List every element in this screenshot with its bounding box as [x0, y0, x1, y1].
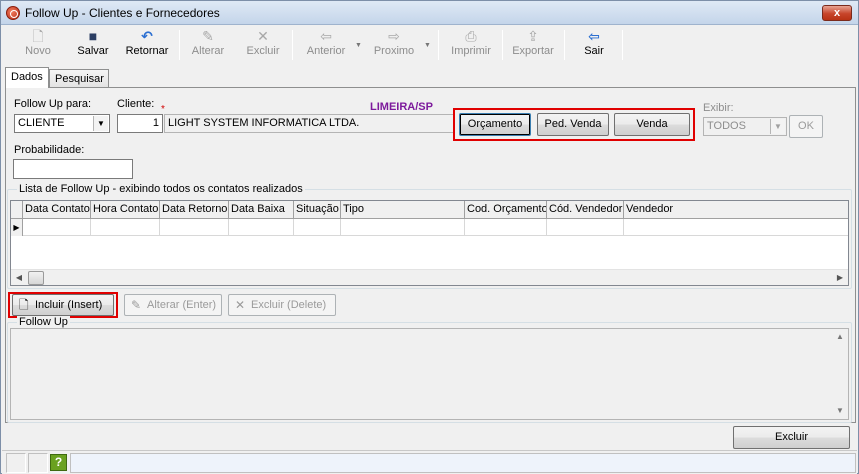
toolbar-separator [179, 30, 180, 60]
exibir-label: Exibir: [703, 102, 734, 114]
delete-x-icon: ✕ [235, 298, 246, 312]
anterior-button[interactable]: ⇦ Anterior [300, 28, 352, 62]
list-title: Lista de Follow Up - exibindo todos os c… [17, 183, 305, 195]
anterior-dropdown-icon[interactable]: ▼ [355, 42, 362, 49]
probabilidade-label: Probabilidade: [14, 144, 85, 156]
col-data-contato[interactable]: Data Contato [23, 201, 91, 218]
excluir-bottom-button[interactable]: Excluir [733, 426, 850, 449]
printer-icon: ⎙ [465, 28, 477, 44]
main-window: Follow Up - Clientes e Fornecedores x 🗋 … [0, 0, 859, 474]
novo-button[interactable]: 🗋 Novo [18, 28, 58, 62]
grid-horizontal-scrollbar[interactable]: ◀ ▶ [11, 269, 848, 285]
scroll-right-icon[interactable]: ▶ [832, 270, 848, 286]
tab-dados[interactable]: Dados [5, 67, 49, 88]
excluir-list-button[interactable]: ✕ Excluir (Delete) [228, 294, 336, 316]
retornar-button[interactable]: ↶ Retornar [121, 28, 173, 62]
tab-pesquisar[interactable]: Pesquisar [49, 69, 109, 87]
chevron-down-icon[interactable]: ▼ [770, 119, 785, 134]
memo-vertical-scrollbar[interactable]: ▲ ▼ [832, 329, 848, 419]
col-cod-orcamento[interactable]: Cod. Orçamento [465, 201, 547, 218]
probabilidade-input[interactable] [13, 159, 133, 179]
window-title: Follow Up - Clientes e Fornecedores [25, 6, 220, 20]
excluir-toolbar-button[interactable]: ✕ Excluir [240, 28, 286, 62]
status-bar: ? [2, 450, 857, 474]
col-data-baixa[interactable]: Data Baixa [229, 201, 294, 218]
salvar-button[interactable]: ■ Salvar [70, 28, 116, 62]
edit-icon: ✎ [202, 28, 214, 44]
export-icon: ⇪ [527, 28, 539, 44]
imprimir-button[interactable]: ⎙ Imprimir [448, 28, 494, 62]
chevron-down-icon[interactable]: ▼ [93, 116, 108, 131]
alterar-list-button[interactable]: ✎ Alterar (Enter) [124, 294, 222, 316]
grid-corner [11, 201, 23, 218]
row-indicator-icon: ▶ [11, 219, 23, 236]
followup-grid[interactable]: Data Contato Hora Contato Data Retorno D… [10, 200, 849, 286]
toolbar-separator [502, 30, 503, 60]
new-document-icon: 🗋 [32, 28, 44, 44]
cliente-name-field: LIGHT SYSTEM INFORMATICA LTDA. [164, 114, 454, 133]
toolbar-separator [564, 30, 565, 60]
scroll-up-icon[interactable]: ▲ [832, 329, 848, 345]
toolbar-separator [292, 30, 293, 60]
scroll-thumb[interactable] [28, 271, 44, 285]
col-tipo[interactable]: Tipo [341, 201, 465, 218]
arrow-right-icon: ⇨ [388, 28, 400, 44]
cliente-code-input[interactable]: 1 [117, 114, 163, 133]
col-cod-vendedor[interactable]: Cód. Vendedor [547, 201, 624, 218]
app-icon [6, 6, 20, 20]
alterar-button[interactable]: ✎ Alterar [185, 28, 231, 62]
ped-venda-button[interactable]: Ped. Venda [537, 113, 609, 136]
orcamento-button[interactable]: Orçamento [459, 113, 531, 136]
city-label: LIMEIRA/SP [370, 101, 433, 113]
undo-arrow-icon: ↶ [141, 28, 153, 44]
edit-icon: ✎ [131, 298, 142, 312]
followup-para-select[interactable]: CLIENTE ▼ [14, 114, 110, 133]
exit-arrow-icon: ⇦ [588, 28, 600, 44]
toolbar-separator [622, 30, 623, 60]
status-cell [6, 453, 26, 473]
incluir-button[interactable]: 🗋 Incluir (Insert) [12, 294, 114, 316]
close-button[interactable]: x [822, 5, 852, 21]
exibir-select[interactable]: TODOS ▼ [703, 117, 787, 136]
scroll-left-icon[interactable]: ◀ [11, 270, 27, 286]
delete-x-icon: ✕ [257, 28, 269, 44]
col-situacao[interactable]: Situação [294, 201, 341, 218]
status-cell [28, 453, 48, 473]
exibir-ok-button[interactable]: OK [789, 115, 823, 138]
scroll-down-icon[interactable]: ▼ [832, 403, 848, 419]
help-icon[interactable]: ? [50, 454, 67, 471]
venda-button[interactable]: Venda [614, 113, 690, 136]
followup-memo-field[interactable]: ▲ ▼ [10, 328, 849, 420]
col-vendedor[interactable]: Vendedor [624, 201, 848, 218]
proximo-button[interactable]: ⇨ Proximo [368, 28, 420, 62]
table-row[interactable]: ▶ [11, 219, 848, 236]
cliente-label: Cliente: [117, 98, 155, 110]
toolbar-separator [438, 30, 439, 60]
status-message-panel [70, 453, 856, 473]
toolbar: 🗋 Novo ■ Salvar ↶ Retornar ✎ Alterar ✕ E… [2, 26, 857, 64]
sair-button[interactable]: ⇦ Sair [574, 28, 614, 62]
proximo-dropdown-icon[interactable]: ▼ [424, 42, 431, 49]
grid-header: Data Contato Hora Contato Data Retorno D… [11, 201, 848, 219]
col-hora-contato[interactable]: Hora Contato [91, 201, 160, 218]
followup-para-label: Follow Up para: [14, 98, 92, 110]
title-bar: Follow Up - Clientes e Fornecedores x [1, 1, 858, 25]
new-document-icon: 🗋 [19, 298, 29, 312]
exportar-button[interactable]: ⇪ Exportar [508, 28, 558, 62]
arrow-left-icon: ⇦ [320, 28, 332, 44]
col-data-retorno[interactable]: Data Retorno [160, 201, 229, 218]
floppy-disk-icon: ■ [88, 28, 98, 44]
followup-title: Follow Up [17, 316, 70, 328]
